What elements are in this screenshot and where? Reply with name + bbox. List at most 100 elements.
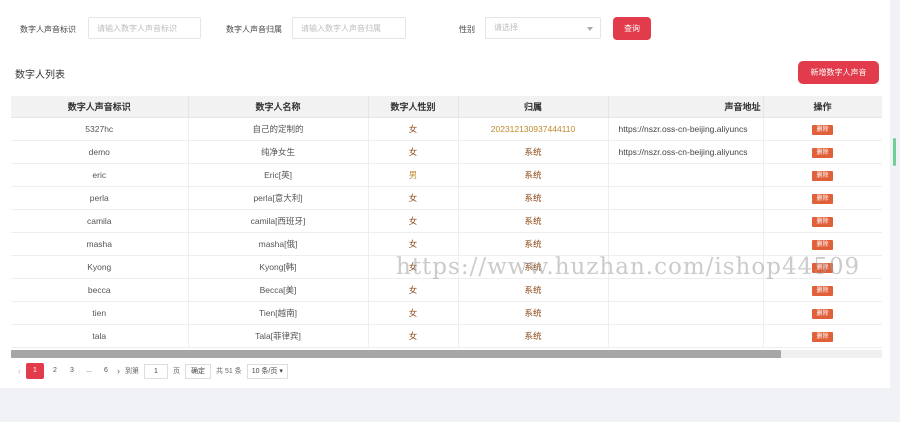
cell-owner: 系统 <box>458 232 609 256</box>
cell-voice-id: perla <box>11 186 189 210</box>
cell-name: Tien[越南] <box>188 301 369 325</box>
delete-button[interactable]: 删除 <box>812 124 833 135</box>
delete-button[interactable]: 删除 <box>812 239 833 250</box>
table-body: 5327hc 自己的定制的女 20231213093744411​0 https://… <box>11 117 882 348</box>
page-3[interactable]: 3 <box>66 364 78 378</box>
cell-owner: 系统 <box>458 186 609 210</box>
page-unit-label: 页 <box>173 368 180 375</box>
owner-filter-input[interactable] <box>292 17 406 39</box>
cell-voice-url: https://nszr.oss-cn-beijing.aliyuncs <box>608 140 764 164</box>
cell-voice-url <box>608 324 764 348</box>
cell-name: camila[西班牙] <box>188 209 369 233</box>
cell-actions: 删除 <box>762 140 882 164</box>
cell-owner: 系统 <box>458 301 609 325</box>
cell-gender: 女 <box>368 278 459 302</box>
watermark: https://www.huzhan.com/ishop44509 <box>396 254 861 280</box>
delete-button[interactable]: 删除 <box>812 331 833 342</box>
goto-label: 到第 <box>125 368 139 375</box>
page-size-select[interactable]: 10 条/页 ▾ <box>246 363 288 379</box>
goto-confirm-button[interactable]: 确定 <box>185 363 211 379</box>
add-voice-button[interactable]: 新增数字人声音 <box>798 61 879 84</box>
header-actions: 操作 <box>762 96 882 118</box>
page-ellipsis[interactable]: ... <box>83 364 95 378</box>
id-filter-input[interactable] <box>88 17 201 39</box>
cell-name: 纯净女生 <box>188 140 369 164</box>
delete-button[interactable]: 删除 <box>812 216 833 227</box>
chevron-left-icon[interactable]: ‹ <box>18 366 21 376</box>
cell-owner: 系统 <box>458 278 609 302</box>
cell-voice-url <box>608 301 764 325</box>
cell-gender: 女 <box>368 186 459 210</box>
cell-voice-id: camila <box>11 209 189 233</box>
page-2[interactable]: 2 <box>49 364 61 378</box>
chevron-down-icon: ▾ <box>279 367 283 375</box>
cell-name: masha[俄] <box>188 232 369 256</box>
table-row: eric Eric[英] 男系统 删除 <box>11 163 882 187</box>
cell-voice-id: becca <box>11 278 189 302</box>
cell-voice-id: 5327hc <box>11 117 189 141</box>
table-row: 5327hc 自己的定制的女 20231213093744411​0 https://… <box>11 117 882 141</box>
delete-button[interactable]: 删除 <box>812 308 833 319</box>
pagination: ‹ 1 2 3 ... 6 › 到第 1 页 确定 共 51 条 10 条/页 … <box>18 363 293 379</box>
chevron-right-icon[interactable]: › <box>117 366 120 376</box>
delete-button[interactable]: 删除 <box>812 170 833 181</box>
owner-filter-label: 数字人声音归属 <box>226 25 282 34</box>
cell-name: perla[意大利] <box>188 186 369 210</box>
search-button[interactable]: 查询 <box>613 17 651 40</box>
cell-name: Tala[菲律宾] <box>188 324 369 348</box>
cell-voice-id: tala <box>11 324 189 348</box>
header-voice-url: 声音地址 <box>608 96 764 118</box>
table-row: tien Tien[越南] 女系统 删除 <box>11 301 882 325</box>
vertical-scroll-indicator[interactable] <box>893 138 896 166</box>
cell-gender: 男 <box>368 163 459 187</box>
cell-voice-url <box>608 278 764 302</box>
page-title: 数字人列表 <box>15 70 65 81</box>
cell-owner: 系统 <box>458 140 609 164</box>
page-6[interactable]: 6 <box>100 364 112 378</box>
page-size-value: 10 条/页 <box>251 367 278 375</box>
cell-voice-url <box>608 232 764 256</box>
cell-actions: 删除 <box>762 232 882 256</box>
cell-voice-id: eric <box>11 163 189 187</box>
table-row: perla perla[意大利] 女系统 删除 <box>11 186 882 210</box>
header-name: 数字人名称 <box>188 96 369 118</box>
cell-actions: 删除 <box>762 324 882 348</box>
voice-table: 数字人声音标识 数字人名称 数字人性别 归属 声音地址 操作 5327hc 自己的… <box>11 96 882 350</box>
cell-name: 自己的定制的 <box>188 117 369 141</box>
cell-name: Kyong[韩] <box>188 255 369 279</box>
cell-voice-id: tien <box>11 301 189 325</box>
cell-actions: 删除 <box>762 117 882 141</box>
cell-owner: 系统 <box>458 209 609 233</box>
cell-owner: 20231213093744411​0 <box>458 117 609 141</box>
total-count: 共 51 条 <box>216 368 242 375</box>
cell-voice-url <box>608 163 764 187</box>
delete-button[interactable]: 删除 <box>812 147 833 158</box>
cell-name: Eric[英] <box>188 163 369 187</box>
cell-voice-url <box>608 209 764 233</box>
table-row: masha masha[俄] 女系统 删除 <box>11 232 882 256</box>
horizontal-scrollbar-thumb[interactable] <box>11 350 781 358</box>
header-owner: 归属 <box>458 96 609 118</box>
cell-gender: 女 <box>368 232 459 256</box>
header-voice-id: 数字人声音标识 <box>11 96 189 118</box>
table-row: becca Becca[美] 女系统 删除 <box>11 278 882 302</box>
cell-owner: 系统 <box>458 324 609 348</box>
goto-page-input[interactable]: 1 <box>144 363 168 379</box>
cell-owner: 系统 <box>458 163 609 187</box>
cell-gender: 女 <box>368 140 459 164</box>
gender-select-placeholder: 请选择 <box>494 23 518 32</box>
gender-select[interactable]: 请选择 <box>485 17 601 39</box>
cell-actions: 删除 <box>762 186 882 210</box>
delete-button[interactable]: 删除 <box>812 285 833 296</box>
horizontal-scrollbar[interactable] <box>11 350 882 358</box>
table-header-row: 数字人声音标识 数字人名称 数字人性别 归属 声音地址 操作 <box>11 96 882 118</box>
delete-button[interactable]: 删除 <box>812 193 833 204</box>
table-row: camila camila[西班牙] 女系统 删除 <box>11 209 882 233</box>
cell-voice-id: masha <box>11 232 189 256</box>
chevron-down-icon <box>587 27 593 31</box>
cell-gender: 女 <box>368 301 459 325</box>
cell-voice-id: demo <box>11 140 189 164</box>
content-card: 数字人声音标识 数字人声音归属 性别 请选择 查询 数字人列表 新增数字人声音 … <box>0 0 890 388</box>
header-gender: 数字人性别 <box>368 96 459 118</box>
page-1[interactable]: 1 <box>26 363 44 379</box>
